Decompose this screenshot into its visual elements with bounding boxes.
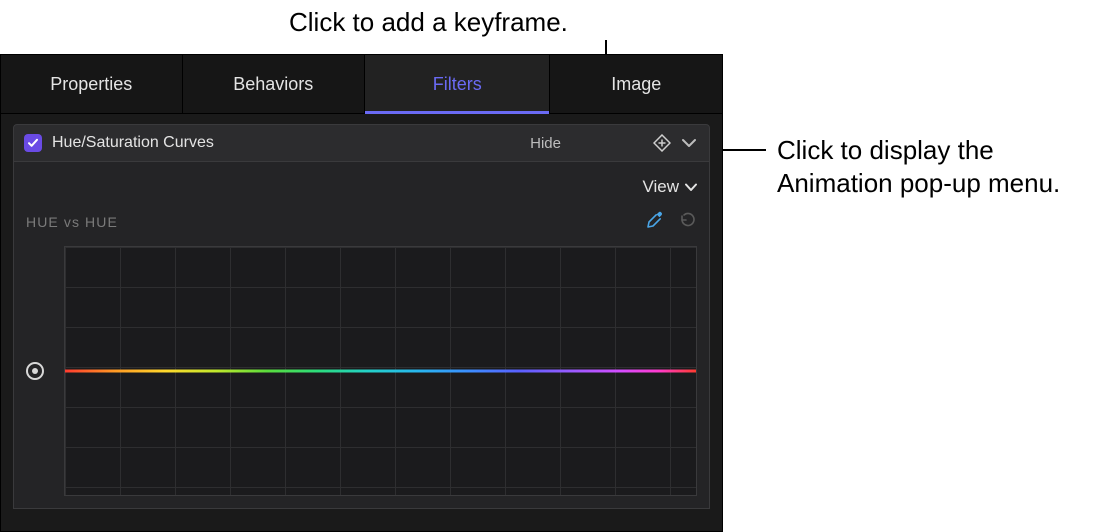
- curved-arrow-icon: [679, 211, 697, 229]
- curve-control-point[interactable]: [26, 362, 44, 380]
- hide-button[interactable]: Hide: [530, 135, 561, 152]
- annotation-text: Click to add a keyframe.: [289, 7, 568, 37]
- eyedropper-icon: [645, 210, 665, 230]
- chevron-down-icon: [685, 183, 697, 192]
- add-keyframe-button[interactable]: [651, 132, 673, 154]
- curve-header-row: HUE vs HUE: [26, 204, 697, 240]
- tab-label: Filters: [433, 74, 482, 95]
- view-label: View: [642, 177, 679, 197]
- filter-header: Hue/Saturation Curves Hide: [13, 124, 710, 162]
- chevron-down-icon: [682, 138, 696, 148]
- animation-menu-button[interactable]: [679, 133, 699, 153]
- curve-grid[interactable]: [64, 246, 697, 496]
- annotation-line: [716, 149, 766, 151]
- hue-spectrum-line[interactable]: [65, 370, 696, 373]
- filter-title: Hue/Saturation Curves: [52, 134, 530, 152]
- annotation-animation-menu: Click to display the Animation pop-up me…: [777, 134, 1060, 199]
- annotation-text: Click to display the: [777, 135, 994, 165]
- inspector-panel: Properties Behaviors Filters Image Hue/S…: [0, 54, 723, 532]
- tab-label: Behaviors: [233, 74, 313, 95]
- inspector-tabs: Properties Behaviors Filters Image: [1, 55, 722, 114]
- curve-tools: [645, 210, 697, 235]
- eyedropper-button[interactable]: [645, 210, 665, 235]
- tab-label: Image: [611, 74, 661, 95]
- tab-behaviors[interactable]: Behaviors: [183, 55, 366, 113]
- filter-enable-checkbox[interactable]: [24, 134, 42, 152]
- tab-label: Properties: [50, 74, 132, 95]
- annotation-text: Animation pop-up menu.: [777, 168, 1060, 198]
- keyframe-diamond-icon: [653, 134, 671, 152]
- curve-label: HUE vs HUE: [26, 214, 118, 230]
- tab-filters[interactable]: Filters: [365, 55, 550, 113]
- tab-properties[interactable]: Properties: [1, 55, 183, 113]
- view-popup[interactable]: View: [26, 170, 697, 204]
- tab-image[interactable]: Image: [550, 55, 722, 113]
- annotation-keyframe: Click to add a keyframe.: [289, 6, 568, 39]
- filters-content: Hue/Saturation Curves Hide View: [1, 114, 722, 519]
- reset-button[interactable]: [679, 211, 697, 234]
- checkmark-icon: [27, 137, 39, 149]
- curve-section: View HUE vs HUE: [13, 162, 710, 509]
- curve-area: [26, 246, 697, 496]
